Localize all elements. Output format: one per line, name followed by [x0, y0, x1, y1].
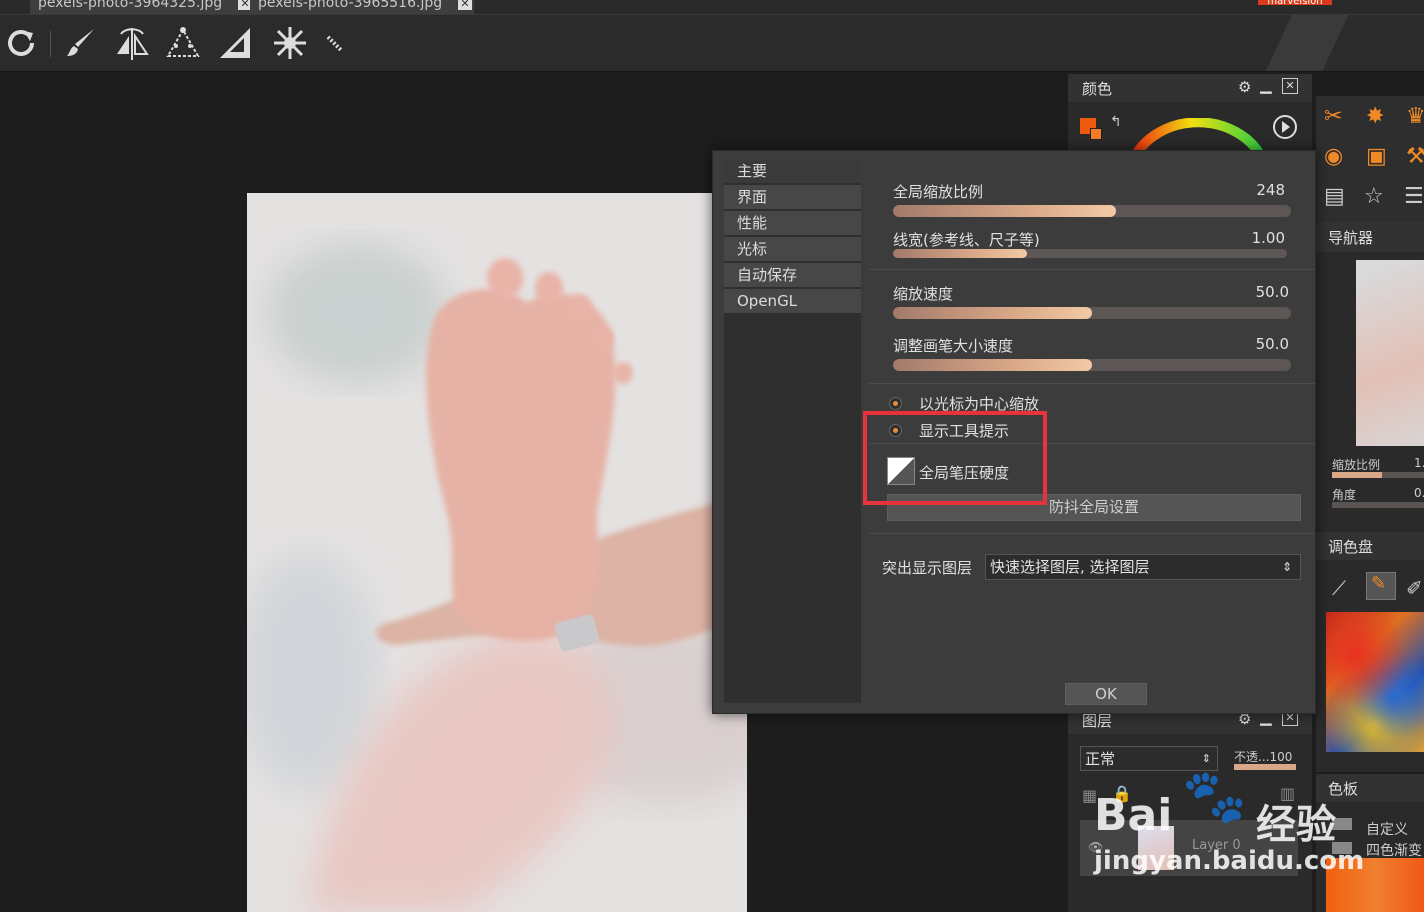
brush-icon[interactable]: ⟋: [1332, 576, 1346, 600]
global-scale-slider[interactable]: [893, 205, 1291, 217]
image-icon[interactable]: ▣: [1366, 144, 1387, 169]
tools-icon[interactable]: ✂: [1324, 104, 1342, 129]
line-width-value: 1.00: [1251, 229, 1285, 247]
navigator-angle-value: 0.: [1414, 486, 1424, 500]
nav-item-performance[interactable]: 性能: [724, 211, 861, 236]
zoom-speed-slider[interactable]: [893, 307, 1291, 319]
close-icon[interactable]: ✕: [458, 0, 472, 10]
gear-icon[interactable]: ⚙: [1238, 78, 1251, 96]
palette-title: 调色盘: [1328, 538, 1374, 556]
navigator-angle-label: 角度: [1332, 488, 1357, 502]
nav-item-cursor[interactable]: 光标: [724, 237, 861, 262]
swap-colors-icon[interactable]: ↰: [1110, 114, 1122, 130]
version-badge: marvelsion: [1258, 0, 1332, 5]
navigator-zoom-label: 缩放比例: [1332, 458, 1381, 472]
global-scale-value: 248: [1256, 181, 1285, 199]
navigator-zoom-slider[interactable]: [1332, 472, 1424, 478]
tab-document-1[interactable]: pexels-photo-3964325.jpg ✕: [30, 0, 254, 14]
palette-panel-header: 调色盘: [1316, 532, 1424, 560]
nav-item-main[interactable]: 主要: [724, 159, 861, 184]
divider: [869, 533, 1315, 534]
zoom-speed-label: 缩放速度: [893, 285, 954, 303]
tab-label: pexels-photo-3964325.jpg: [38, 0, 223, 11]
nav-item-interface[interactable]: 界面: [724, 185, 861, 210]
brush-resize-speed-label: 调整画笔大小速度: [893, 337, 1014, 355]
swatch-set-custom[interactable]: 自定义: [1366, 819, 1408, 839]
slider-fill: [893, 307, 1092, 319]
perspective-icon[interactable]: [163, 23, 203, 63]
baby-foot-photo: [247, 193, 747, 912]
zoom-around-cursor-radio[interactable]: [889, 397, 902, 410]
main-toolbar: [0, 15, 1424, 72]
brush-resize-speed-value: 50.0: [1255, 335, 1289, 353]
mixing-palette-canvas[interactable]: [1326, 612, 1424, 752]
minimize-icon[interactable]: ▁: [1260, 76, 1272, 94]
divider: [869, 383, 1315, 384]
close-icon[interactable]: ✕: [1282, 78, 1298, 94]
watermark-url: jingyan.baidu.com: [1094, 846, 1365, 876]
line-width-slider[interactable]: [893, 249, 1287, 258]
navigator-title: 导航器: [1328, 229, 1374, 247]
redo-icon[interactable]: [2, 23, 42, 63]
navigator-zoom-value: 1.: [1414, 456, 1424, 470]
slider-fill: [893, 249, 1027, 258]
tool-palette: ✂ ✸ ♛ ◉ ▣ ⚒ ▤ ☆ ☰: [1316, 96, 1424, 222]
color-panel-header: 颜色 ⚙ ▁ ✕: [1068, 74, 1312, 102]
slider-fill: [893, 359, 1092, 371]
effects-icon[interactable]: ✸: [1366, 104, 1384, 129]
list-icon[interactable]: ☰: [1404, 184, 1424, 209]
toolbar-decoration: [1224, 15, 1424, 71]
color-panel-body: ↰: [1068, 102, 1312, 158]
secondary-color-swatch[interactable]: [1090, 128, 1102, 140]
nav-item-opengl[interactable]: OpenGL: [724, 289, 861, 314]
watermark-logo-text-2: 经验: [1256, 802, 1336, 848]
mirror-icon[interactable]: [112, 23, 152, 63]
palette-knife-icon[interactable]: ✎: [1366, 572, 1396, 600]
zoom-speed-value: 50.0: [1255, 283, 1289, 301]
highlight-annotation-box: [863, 411, 1047, 505]
ok-button[interactable]: OK: [1065, 683, 1147, 705]
brush-icon[interactable]: [62, 23, 102, 63]
ruler-icon[interactable]: [215, 23, 255, 63]
navigator-panel-body: 缩放比例 1. 角度 0.: [1316, 252, 1424, 532]
toolbar-separator: [50, 31, 51, 57]
preferences-nav: 主要 界面 性能 光标 自动保存 OpenGL: [724, 159, 861, 703]
swatch-set-four-color[interactable]: 四色渐变: [1366, 840, 1422, 860]
line-width-label: 线宽(参考线、尺子等): [893, 231, 1040, 249]
navigator-panel-header: 导航器: [1316, 222, 1424, 252]
paw-icon: 🐾: [1182, 767, 1247, 827]
notes-icon[interactable]: ▤: [1324, 184, 1345, 209]
slider-fill: [893, 205, 1116, 217]
layer-style-icon[interactable]: ◉: [1324, 144, 1343, 169]
stroke-icon[interactable]: [316, 23, 356, 63]
chevron-updown-icon: ⇕: [1281, 560, 1292, 574]
palette-panel-body: ⟋ ✎ ✐: [1316, 560, 1424, 772]
play-icon[interactable]: [1272, 114, 1298, 140]
tab-label: pexels-photo-3965516.jpg: [258, 0, 443, 11]
baidu-watermark: Bai 🐾 经验 jingyan.baidu.com: [1090, 760, 1364, 890]
color-panel-title: 颜色: [1082, 80, 1113, 98]
tab-document-2[interactable]: pexels-photo-3965516.jpg ✕: [250, 0, 474, 14]
hammer-icon[interactable]: ⚒: [1406, 144, 1424, 169]
highlight-layer-select[interactable]: 快速选择图层, 选择图层 ⇕: [985, 554, 1301, 580]
crown-icon[interactable]: ♛: [1406, 104, 1424, 129]
global-scale-label: 全局缩放比例: [893, 183, 984, 201]
divider: [869, 269, 1315, 270]
document-tab-strip: pexels-photo-3964325.jpg ✕ pexels-photo-…: [0, 0, 1424, 15]
watermark-logo-text: Bai: [1094, 790, 1173, 841]
navigator-thumbnail[interactable]: [1356, 260, 1424, 446]
highlight-layer-value: 快速选择图层, 选择图层: [990, 558, 1150, 576]
star-icon[interactable]: ☆: [1364, 184, 1384, 209]
pencil-icon[interactable]: ✐: [1406, 576, 1423, 600]
highlight-layer-label: 突出显示图层: [882, 559, 973, 577]
brush-resize-speed-slider[interactable]: [893, 359, 1291, 371]
kaleidoscope-icon[interactable]: [270, 23, 310, 63]
canvas-image[interactable]: [247, 193, 747, 912]
nav-item-autosave[interactable]: 自动保存: [724, 263, 861, 288]
navigator-angle-slider[interactable]: [1332, 502, 1424, 508]
